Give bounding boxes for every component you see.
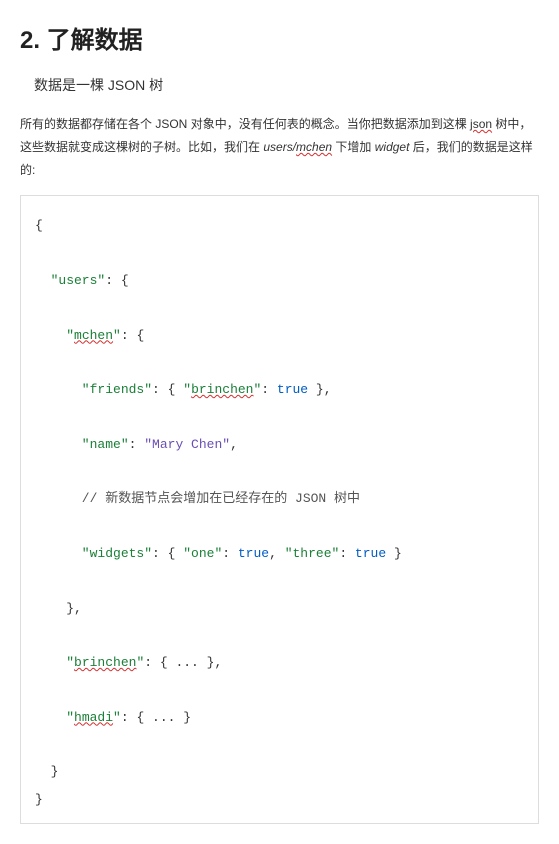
section-heading: 2. 了解数据 <box>20 20 539 55</box>
code-line <box>35 403 524 430</box>
json-punct: : { <box>121 328 144 343</box>
json-punct: } <box>386 546 402 561</box>
para-text: 对象中，没有任何表的概念。当你把数据添加到这棵 <box>187 117 470 131</box>
json-punct: : <box>222 546 238 561</box>
code-line <box>35 349 524 376</box>
code-line: "mchen": { <box>35 322 524 349</box>
code-line <box>35 676 524 703</box>
json-punct: : <box>261 382 277 397</box>
json-key: "widgets" <box>35 546 152 561</box>
path-users: users/ <box>263 140 296 154</box>
json-punct: : <box>129 437 145 452</box>
json-key: "one" <box>183 546 222 561</box>
json-key-wavy: hmadi <box>74 710 113 725</box>
code-line <box>35 240 524 267</box>
json-key-wavy: mchen <box>74 328 113 343</box>
code-line <box>35 294 524 321</box>
code-line: "friends": { "brinchen": true }, <box>35 376 524 403</box>
code-line: { <box>35 212 524 239</box>
json-punct: }, <box>308 382 331 397</box>
para-text: 下增加 <box>332 140 375 154</box>
json-punct: : { <box>152 382 183 397</box>
code-line: "name": "Mary Chen", <box>35 431 524 458</box>
json-punct: : <box>339 546 355 561</box>
json-key: "three" <box>285 546 340 561</box>
json-key: " <box>35 710 74 725</box>
path-widget: widget <box>375 140 410 154</box>
code-line <box>35 458 524 485</box>
code-line: "hmadi": { ... } <box>35 704 524 731</box>
json-key: " <box>35 655 74 670</box>
para-text: 所有的数据都存储在各个 <box>20 117 155 131</box>
code-line <box>35 731 524 758</box>
json-bool: true <box>238 546 269 561</box>
json-bool: true <box>277 382 308 397</box>
json-key: "name" <box>35 437 129 452</box>
para-json: JSON <box>155 117 187 131</box>
json-key: " <box>35 328 74 343</box>
json-punct: : { <box>152 546 183 561</box>
code-line <box>35 567 524 594</box>
section-subheading: 数据是一棵 JSON 树 <box>34 75 539 95</box>
json-key: " <box>113 710 121 725</box>
intro-paragraph: 所有的数据都存储在各个 JSON 对象中，没有任何表的概念。当你把数据添加到这棵… <box>20 113 539 181</box>
code-line <box>35 622 524 649</box>
json-punct: , <box>269 546 285 561</box>
code-comment: // 新数据节点会增加在已经存在的 JSON 树中 <box>35 485 524 512</box>
subheading-json: JSON <box>108 77 145 93</box>
json-key: "friends" <box>35 382 152 397</box>
json-string: "Mary Chen" <box>144 437 230 452</box>
json-punct: : { ... }, <box>144 655 222 670</box>
code-line: "brinchen": { ... }, <box>35 649 524 676</box>
json-key: " <box>183 382 191 397</box>
code-line: } <box>35 758 524 785</box>
json-key-wavy: brinchen <box>191 382 253 397</box>
code-block: { "users": { "mchen": { "friends": { "br… <box>20 195 539 824</box>
json-key-wavy: brinchen <box>74 655 136 670</box>
code-line <box>35 513 524 540</box>
code-line: "users": { <box>35 267 524 294</box>
path-mchen: mchen <box>296 140 332 154</box>
code-line: } <box>35 786 524 813</box>
json-key: " <box>113 328 121 343</box>
code-line: "widgets": { "one": true, "three": true … <box>35 540 524 567</box>
subheading-text-post: 树 <box>145 77 163 93</box>
subheading-text: 数据是一棵 <box>34 77 108 93</box>
json-punct: , <box>230 437 238 452</box>
json-bool: true <box>355 546 386 561</box>
para-json-wavy: json <box>470 117 492 131</box>
json-punct: : { <box>105 273 128 288</box>
json-key: " <box>136 655 144 670</box>
json-key: "users" <box>35 273 105 288</box>
json-punct: : { ... } <box>121 710 191 725</box>
code-line: }, <box>35 595 524 622</box>
